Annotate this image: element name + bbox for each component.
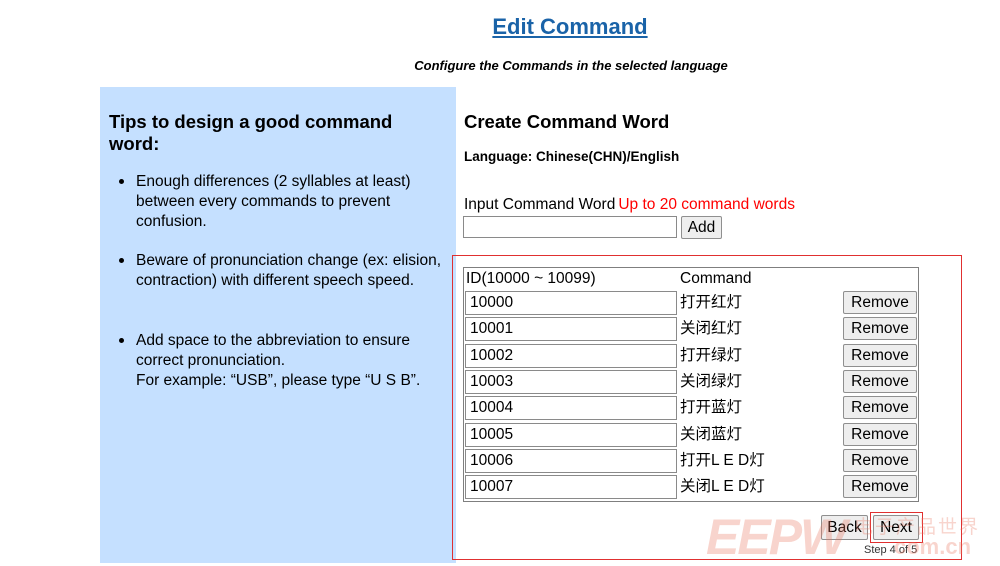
tip-item: Add space to the abbreviation to ensure …: [119, 331, 452, 391]
tip-item: Enough differences (2 syllables at least…: [119, 172, 452, 232]
add-button[interactable]: Add: [681, 216, 722, 239]
command-text: 打开L E D灯: [680, 451, 765, 469]
id-column-header: ID(10000 ~ 10099): [466, 270, 596, 287]
remove-button[interactable]: Remove: [843, 422, 917, 446]
command-id-field[interactable]: 10003: [465, 369, 677, 394]
bullet-icon: [119, 258, 124, 263]
command-text: 关闭L E D灯: [680, 478, 765, 496]
tip-text: Beware of pronunciation change (ex: elis…: [136, 252, 442, 289]
command-text: 打开绿灯: [680, 346, 743, 364]
input-command-label: Input Command Word Up to 20 command words: [464, 196, 795, 214]
command-id-field[interactable]: 10004: [465, 396, 677, 421]
language-label: Language: Chinese(CHN)/English: [464, 149, 680, 164]
command-id-field[interactable]: 10001: [465, 317, 677, 342]
command-id-field[interactable]: 10006: [465, 448, 677, 473]
tip-example: For example: “USB”, please type “U S B”.: [136, 372, 421, 389]
tip-text: Enough differences (2 syllables at least…: [136, 173, 411, 230]
tip-text: Add space to the abbreviation to ensure …: [136, 332, 411, 369]
remove-button[interactable]: Remove: [843, 396, 917, 420]
input-label-text: Input Command Word: [464, 196, 616, 213]
remove-button[interactable]: Remove: [843, 343, 917, 367]
tip-item: Beware of pronunciation change (ex: elis…: [119, 251, 452, 291]
remove-button[interactable]: Remove: [843, 291, 917, 314]
command-text: 关闭蓝灯: [680, 425, 743, 443]
command-text: 关闭绿灯: [680, 372, 743, 390]
command-text: 关闭红灯: [680, 320, 743, 338]
page-title: Edit Command: [492, 14, 648, 39]
command-id-field[interactable]: 10005: [465, 422, 677, 447]
command-id-field[interactable]: 10007: [465, 475, 677, 500]
command-word-input[interactable]: [463, 216, 677, 238]
input-limit-hint: Up to 20 command words: [618, 196, 795, 213]
remove-button[interactable]: Remove: [843, 317, 917, 341]
tips-heading: Tips to design a good command word:: [109, 111, 393, 154]
bullet-icon: [119, 179, 124, 184]
command-id-field[interactable]: 10000: [465, 291, 677, 315]
back-button[interactable]: Back: [821, 515, 868, 540]
bullet-icon: [119, 338, 124, 343]
create-command-heading: Create Command Word: [464, 111, 670, 132]
next-button[interactable]: Next: [873, 515, 919, 540]
command-text: 打开红灯: [680, 294, 743, 311]
tips-panel: [100, 87, 456, 563]
command-id-field[interactable]: 10002: [465, 343, 677, 368]
step-indicator: Step 4 of 5: [864, 544, 918, 556]
remove-button[interactable]: Remove: [843, 475, 917, 499]
command-text: 打开蓝灯: [680, 399, 743, 417]
remove-button[interactable]: Remove: [843, 369, 917, 393]
command-column-header: Command: [680, 270, 752, 287]
remove-button[interactable]: Remove: [843, 448, 917, 472]
page-subtitle: Configure the Commands in the selected l…: [414, 58, 728, 73]
